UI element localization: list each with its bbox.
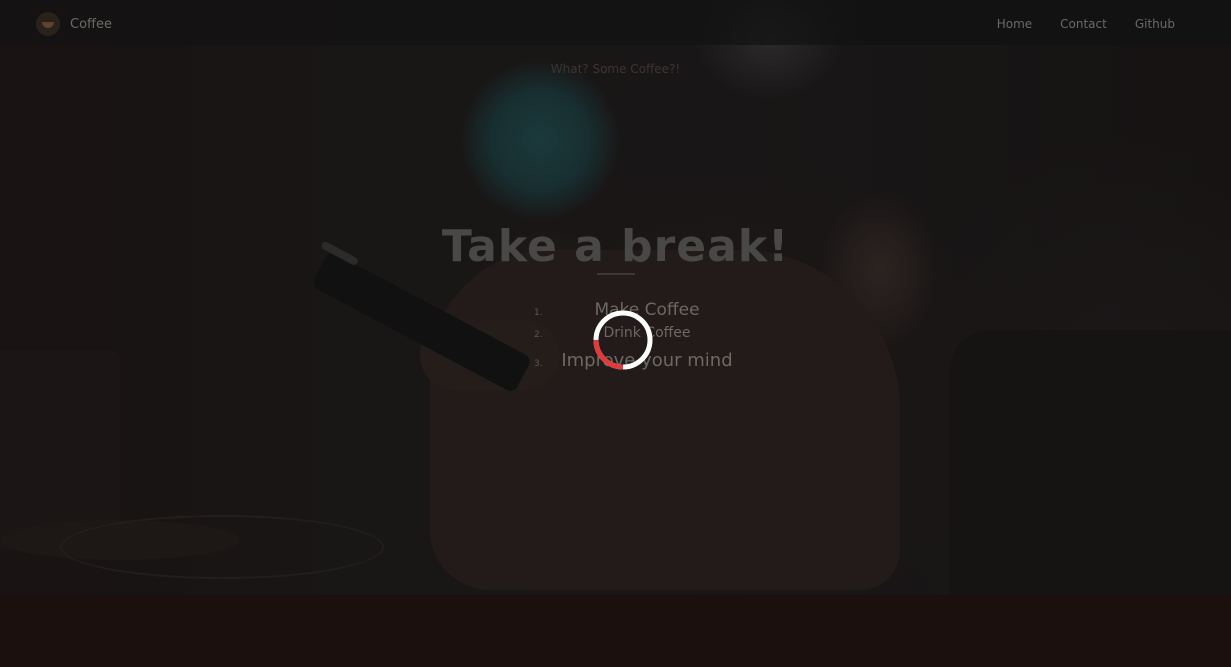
footer — [0, 595, 1231, 667]
spinner-arc — [593, 339, 624, 370]
coffee-logo-icon — [36, 12, 60, 36]
nav-link-github[interactable]: Github — [1135, 17, 1175, 31]
hero-background-image — [0, 0, 1231, 595]
hero-title: Take a break! — [441, 221, 790, 273]
step-number: 2. — [534, 330, 543, 340]
hero-overlay — [0, 0, 1231, 595]
hero-divider — [597, 273, 635, 275]
step-number: 3. — [534, 359, 543, 369]
step-number: 1. — [534, 308, 543, 318]
brand-name: Coffee — [70, 16, 112, 32]
nav-links: Home Contact Github — [997, 17, 1175, 31]
navbar: Coffee Home Contact Github — [0, 0, 1231, 45]
nav-link-home[interactable]: Home — [997, 17, 1032, 31]
brand-link[interactable]: Coffee — [36, 12, 112, 36]
nav-link-contact[interactable]: Contact — [1060, 17, 1107, 31]
footer-text: What? Some Coffee?! — [550, 62, 681, 76]
loading-spinner-icon — [593, 310, 653, 370]
page: Coffee Home Contact Github Take a break!… — [0, 0, 1231, 667]
